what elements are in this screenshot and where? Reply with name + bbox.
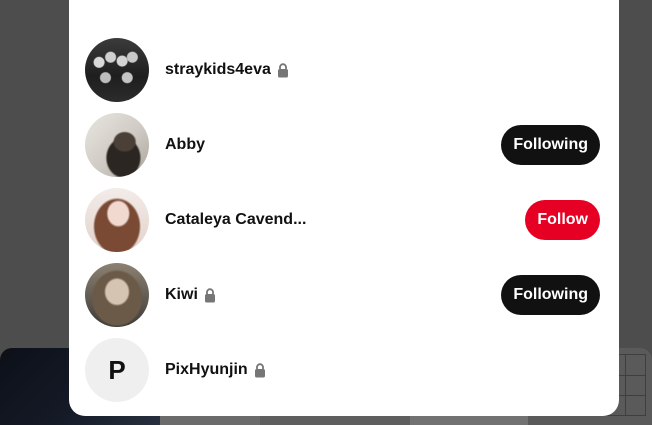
following-button[interactable]: Following xyxy=(501,125,600,165)
user-avatar[interactable] xyxy=(85,113,149,177)
user-row-abby[interactable]: Abby Following xyxy=(85,113,600,177)
following-button[interactable]: Following xyxy=(501,275,600,315)
lock-icon xyxy=(254,362,265,377)
user-name[interactable]: PixHyunjin xyxy=(165,361,248,379)
user-avatar[interactable] xyxy=(85,188,149,252)
user-row-pixhyunjin[interactable]: P PixHyunjin xyxy=(85,338,600,402)
followers-modal: straykids4eva Abby Following Cataleya Ca… xyxy=(69,0,619,416)
lock-icon xyxy=(277,62,288,77)
user-name[interactable]: Abby xyxy=(165,136,205,154)
user-row-straykids4eva[interactable]: straykids4eva xyxy=(85,38,600,102)
user-name[interactable]: straykids4eva xyxy=(165,61,271,79)
user-name[interactable]: Cataleya Cavend... xyxy=(165,211,306,229)
lock-icon xyxy=(204,287,215,302)
user-name[interactable]: Kiwi xyxy=(165,286,198,304)
user-avatar-initial[interactable]: P xyxy=(85,338,149,402)
follow-button[interactable]: Follow xyxy=(525,200,600,240)
user-avatar[interactable] xyxy=(85,38,149,102)
user-row-cataleya[interactable]: Cataleya Cavend... Follow xyxy=(85,188,600,252)
user-avatar[interactable] xyxy=(85,263,149,327)
user-row-kiwi[interactable]: Kiwi Following xyxy=(85,263,600,327)
